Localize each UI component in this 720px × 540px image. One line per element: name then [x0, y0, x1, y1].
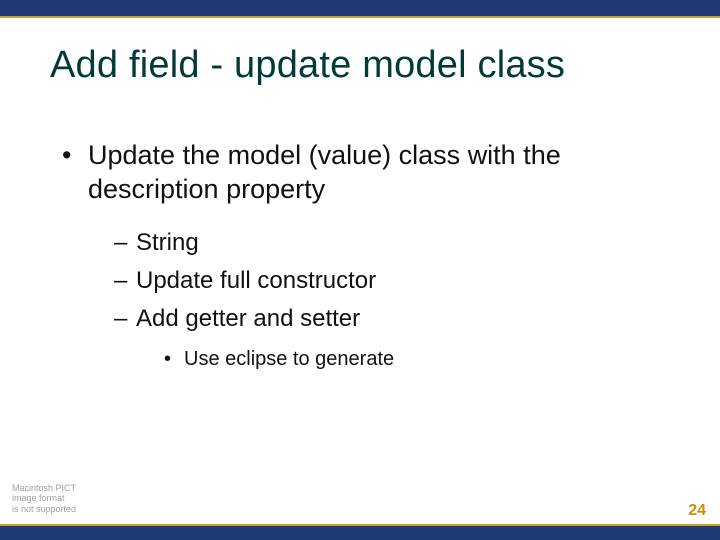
bullet-list-level3: Use eclipse to generate	[136, 346, 670, 372]
placeholder-line: Macintosh PICT	[12, 483, 76, 493]
placeholder-line: is not supported	[12, 504, 76, 514]
top-border-band	[0, 0, 720, 18]
list-item: Use eclipse to generate	[164, 346, 670, 372]
list-item-text: Update full constructor	[136, 267, 376, 294]
list-item-text: String	[136, 229, 199, 256]
slide-title: Add field - update model class	[50, 44, 670, 87]
list-item: Update the model (value) class with the …	[62, 139, 670, 372]
list-item: String	[114, 227, 670, 259]
bullet-list-level1: Update the model (value) class with the …	[50, 139, 670, 372]
list-item: Add getter and setter Use eclipse to gen…	[114, 303, 670, 371]
list-item-text: Add getter and setter	[136, 305, 360, 332]
slide-body: Add field - update model class Update th…	[0, 18, 720, 540]
image-placeholder-text: Macintosh PICT image format is not suppo…	[12, 483, 76, 514]
list-item-text: Use eclipse to generate	[184, 348, 394, 370]
bullet-list-level2: String Update full constructor Add gette…	[88, 227, 670, 372]
list-item-text: Update the model (value) class with the …	[88, 140, 561, 204]
bottom-border-band	[0, 524, 720, 540]
list-item: Update full constructor	[114, 265, 670, 297]
page-number: 24	[688, 502, 706, 520]
placeholder-line: image format	[12, 493, 76, 503]
